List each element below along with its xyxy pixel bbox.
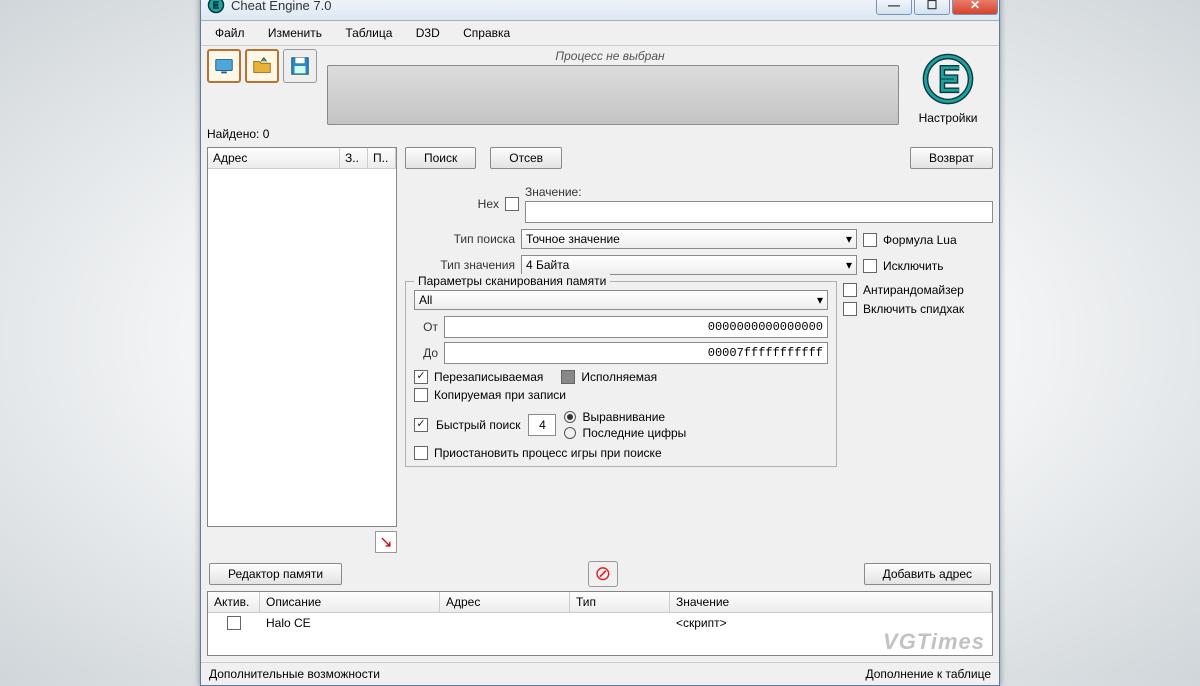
app-logo[interactable]: [918, 49, 978, 109]
status-bar: Дополнительные возможности Дополнение к …: [201, 662, 999, 685]
row-type: [570, 613, 670, 633]
region-select[interactable]: All▾: [414, 290, 828, 310]
scan-type-label: Тип поиска: [405, 232, 515, 246]
window-title: Cheat Engine 7.0: [231, 0, 875, 13]
add-to-table-button[interactable]: ↘: [375, 531, 397, 553]
row-active-checkbox[interactable]: [227, 616, 241, 630]
antirand-checkbox[interactable]: [843, 283, 857, 297]
value-type-label: Тип значения: [405, 258, 515, 272]
alignment-input[interactable]: [528, 414, 556, 436]
cow-label: Копируемая при записи: [434, 388, 566, 402]
status-left[interactable]: Дополнительные возможности: [209, 667, 380, 681]
found-label: Найдено:: [207, 127, 259, 141]
from-label: От: [414, 320, 438, 334]
memory-editor-button[interactable]: Редактор памяти: [209, 563, 342, 585]
add-address-button[interactable]: Добавить адрес: [864, 563, 991, 585]
scan-params-legend: Параметры сканирования памяти: [414, 274, 610, 288]
value-type-select[interactable]: 4 Байта▾: [521, 255, 857, 275]
chevron-down-icon: ▾: [846, 258, 852, 272]
row-value: <скрипт>: [670, 613, 992, 633]
titlebar: Cheat Engine 7.0 — ☐ ✕: [201, 0, 999, 21]
status-right[interactable]: Дополнение к таблице: [865, 667, 991, 681]
chevron-down-icon: ▾: [817, 293, 823, 307]
table-row[interactable]: Halo CE <скрипт>: [208, 613, 992, 633]
writable-checkbox[interactable]: ✓: [414, 370, 428, 384]
pause-label: Приостановить процесс игры при поиске: [434, 446, 662, 460]
exclude-label: Исключить: [883, 259, 943, 273]
select-process-button[interactable]: [207, 49, 241, 83]
minimize-button[interactable]: —: [876, 0, 912, 15]
cow-checkbox[interactable]: [414, 388, 428, 402]
process-status: Процесс не выбран: [321, 49, 899, 65]
row-addr: [440, 613, 570, 633]
col-addr[interactable]: Адрес: [440, 592, 570, 612]
last-digits-label: Последние цифры: [582, 426, 686, 440]
undo-scan-button[interactable]: Возврат: [910, 147, 993, 169]
fast-scan-checkbox[interactable]: ✓: [414, 418, 428, 432]
row-desc: Halo CE: [260, 613, 440, 633]
menu-table[interactable]: Таблица: [335, 23, 402, 43]
antirand-label: Антирандомайзер: [863, 283, 964, 297]
app-window: VGTimes Cheat Engine 7.0 — ☐ ✕ Файл Изме…: [200, 0, 1000, 686]
open-button[interactable]: [245, 49, 279, 83]
to-input[interactable]: [444, 342, 828, 364]
col-prev[interactable]: П..: [368, 148, 396, 168]
maximize-button[interactable]: ☐: [914, 0, 950, 15]
progress-bar: [327, 65, 899, 125]
chevron-down-icon: ▾: [846, 232, 852, 246]
next-scan-button[interactable]: Отсев: [490, 147, 562, 169]
lua-checkbox[interactable]: [863, 233, 877, 247]
menubar: Файл Изменить Таблица D3D Справка: [201, 21, 999, 46]
fast-scan-label: Быстрый поиск: [436, 418, 520, 432]
settings-link[interactable]: Настройки: [919, 111, 978, 125]
col-value[interactable]: Значение: [670, 592, 992, 612]
col-value[interactable]: З..: [340, 148, 368, 168]
scan-type-select[interactable]: Точное значение▾: [521, 229, 857, 249]
writable-label: Перезаписываемая: [434, 370, 543, 384]
save-button[interactable]: [283, 49, 317, 83]
executable-checkbox[interactable]: [561, 370, 575, 384]
found-count: 0: [263, 127, 270, 141]
hex-checkbox[interactable]: [505, 197, 519, 211]
pause-checkbox[interactable]: [414, 446, 428, 460]
exclude-checkbox[interactable]: [863, 259, 877, 273]
lua-label: Формула Lua: [883, 233, 957, 247]
to-label: До: [414, 346, 438, 360]
no-entry-icon[interactable]: ⊘: [588, 561, 618, 587]
col-active[interactable]: Актив.: [208, 592, 260, 612]
menu-d3d[interactable]: D3D: [406, 23, 450, 43]
address-table[interactable]: Актив. Описание Адрес Тип Значение Halo …: [207, 591, 993, 656]
scan-params-fieldset: Параметры сканирования памяти All▾ От До…: [405, 281, 837, 467]
col-address[interactable]: Адрес: [208, 148, 340, 168]
close-button[interactable]: ✕: [952, 0, 998, 15]
results-list[interactable]: Адрес З.. П..: [207, 147, 397, 527]
app-icon: [207, 0, 225, 14]
hex-label: Hex: [405, 197, 499, 211]
from-input[interactable]: [444, 316, 828, 338]
col-type[interactable]: Тип: [570, 592, 670, 612]
alignment-radio[interactable]: [564, 411, 576, 423]
menu-file[interactable]: Файл: [205, 23, 255, 43]
found-row: Найдено: 0: [201, 125, 999, 143]
alignment-label: Выравнивание: [582, 410, 665, 424]
value-input[interactable]: [525, 201, 993, 223]
value-label: Значение:: [525, 185, 993, 199]
last-digits-radio[interactable]: [564, 427, 576, 439]
col-desc[interactable]: Описание: [260, 592, 440, 612]
speedhack-checkbox[interactable]: [843, 302, 857, 316]
menu-edit[interactable]: Изменить: [258, 23, 332, 43]
speedhack-label: Включить спидхак: [863, 302, 964, 316]
executable-label: Исполняемая: [581, 370, 657, 384]
menu-help[interactable]: Справка: [453, 23, 520, 43]
first-scan-button[interactable]: Поиск: [405, 147, 476, 169]
